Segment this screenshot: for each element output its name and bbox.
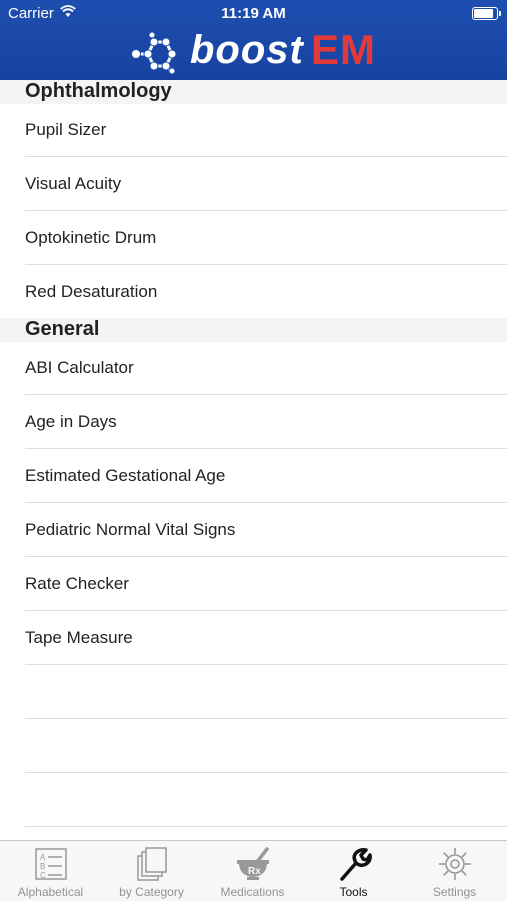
tab-label: Tools [339, 885, 368, 899]
svg-text:Rx: Rx [248, 866, 261, 877]
tab-label: Alphabetical [17, 885, 84, 899]
list-item-label: Estimated Gestational Age [25, 466, 226, 485]
list-item-abi-calculator[interactable]: ABI Calculator [0, 341, 507, 395]
list-item-optokinetic-drum[interactable]: Optokinetic Drum [0, 211, 507, 265]
list-item-label: Red Desaturation [25, 282, 158, 301]
svg-text:B: B [40, 862, 45, 871]
list-item-red-desaturation[interactable]: Red Desaturation [0, 265, 507, 319]
category-stack-icon [137, 847, 167, 881]
list-item-label: Visual Acuity [25, 174, 122, 193]
gear-icon [439, 848, 471, 880]
logo-text-boost: boost [190, 28, 304, 72]
tab-by-category[interactable]: by Category [101, 841, 202, 901]
tab-label: by Category [119, 885, 184, 899]
section-title: Ophthalmology [25, 80, 172, 102]
list-item-pupil-sizer[interactable]: Pupil Sizer [0, 103, 507, 157]
list-item-label: Tape Measure [25, 628, 133, 647]
molecule-logo-icon [131, 32, 177, 74]
section-header-ophthalmology: Ophthalmology [0, 80, 507, 104]
tab-tools[interactable]: Tools [303, 841, 404, 901]
tab-label: Medications [220, 885, 285, 899]
app-header: Carrier 11:19 AM boost EM [0, 0, 507, 80]
section-title: General [25, 318, 100, 340]
status-bar: Carrier 11:19 AM [0, 0, 507, 28]
svg-text:C: C [40, 871, 46, 880]
tab-bar: A B C Alphabetical by Category Rx Medica… [0, 840, 507, 901]
tab-medications[interactable]: Rx Medications [202, 841, 303, 901]
svg-text:A: A [40, 853, 46, 862]
list-item-label: Rate Checker [25, 574, 129, 593]
section-header-general: General [0, 318, 507, 342]
row-separator [25, 826, 507, 827]
empty-row [0, 665, 507, 719]
logo-text-em: EM [311, 26, 376, 73]
list-item-label: ABI Calculator [25, 358, 134, 377]
status-time: 11:19 AM [221, 5, 286, 22]
list-item-rate-checker[interactable]: Rate Checker [0, 557, 507, 611]
empty-row [0, 719, 507, 773]
list-item-age-in-days[interactable]: Age in Days [0, 395, 507, 449]
tab-settings[interactable]: Settings [404, 841, 505, 901]
list-item-pediatric-normal-vital-signs[interactable]: Pediatric Normal Vital Signs [0, 503, 507, 557]
list-item-label: Age in Days [25, 412, 117, 431]
list-item-label: Pediatric Normal Vital Signs [25, 520, 236, 539]
alphabetical-list-icon: A B C [35, 848, 67, 880]
mortar-pestle-rx-icon: Rx [237, 847, 269, 880]
wrench-icon [340, 848, 372, 881]
battery-icon [472, 7, 501, 20]
list-item-label: Pupil Sizer [25, 120, 107, 139]
tab-label: Settings [432, 885, 477, 899]
tab-alphabetical[interactable]: A B C Alphabetical [0, 841, 101, 901]
empty-row [0, 773, 507, 827]
list-item-tape-measure[interactable]: Tape Measure [0, 611, 507, 665]
list-item-estimated-gestational-age[interactable]: Estimated Gestational Age [0, 449, 507, 503]
list-item-label: Optokinetic Drum [25, 228, 157, 247]
list-item-visual-acuity[interactable]: Visual Acuity [0, 157, 507, 211]
